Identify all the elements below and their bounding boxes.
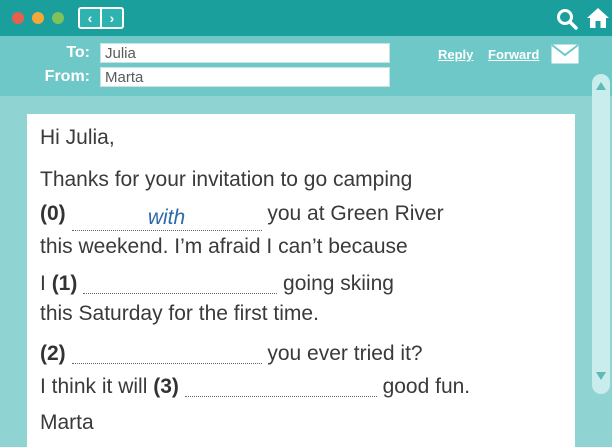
letter-text: I: [40, 272, 46, 295]
letter-line: I think it will (3) good fun.: [40, 371, 470, 399]
from-field[interactable]: Marta: [100, 67, 390, 87]
letter-line: this Saturday for the first time.: [40, 302, 319, 325]
greeting: Hi Julia,: [40, 126, 115, 149]
signature: Marta: [40, 411, 94, 434]
gap-answer[interactable]: [83, 272, 278, 294]
letter-line: (2) you ever tried it?: [40, 338, 423, 366]
scroll-down-icon[interactable]: [596, 372, 606, 380]
gap-answer[interactable]: with: [71, 207, 262, 231]
scrollbar[interactable]: [592, 74, 610, 394]
letter-text: you at Green River: [267, 202, 444, 225]
gap-number: (0): [40, 202, 66, 225]
to-label: To:: [66, 44, 90, 61]
nav-buttons: ‹ ›: [78, 7, 124, 29]
letter-text: good fun.: [382, 375, 471, 398]
gap-number: (2): [40, 342, 66, 365]
message-header: To: Julia From: Marta Reply Forward: [0, 36, 612, 96]
forward-nav-button[interactable]: ›: [100, 9, 122, 27]
close-window-button[interactable]: [12, 12, 24, 24]
gap-answer[interactable]: [184, 375, 377, 397]
letter-line: this weekend. I’m afraid I can’t because: [40, 235, 408, 258]
gap-number: (3): [153, 375, 179, 398]
envelope-icon[interactable]: [551, 44, 579, 64]
maximize-window-button[interactable]: [52, 12, 64, 24]
letter-text: I think it will: [40, 375, 148, 398]
gap-answer[interactable]: [71, 342, 262, 364]
minimize-window-button[interactable]: [32, 12, 44, 24]
letter-text: going skiing: [283, 272, 394, 295]
search-icon[interactable]: [556, 8, 578, 30]
back-button[interactable]: ‹: [80, 9, 100, 27]
letter-line: Thanks for your invitation to go camping: [40, 168, 413, 191]
home-icon[interactable]: [586, 6, 610, 30]
gap-number: (1): [51, 272, 78, 295]
to-field[interactable]: Julia: [100, 43, 390, 63]
letter-text: you ever tried it?: [267, 342, 423, 365]
letter-line: I (1) going skiing: [40, 268, 394, 296]
reply-link[interactable]: Reply: [438, 47, 473, 62]
letter-body: Hi Julia, Thanks for your invitation to …: [27, 114, 575, 447]
from-label: From:: [44, 68, 90, 85]
letter-line: (0) with you at Green River: [40, 202, 444, 231]
title-bar: ‹ ›: [0, 0, 612, 36]
scroll-up-icon[interactable]: [596, 82, 606, 90]
forward-link[interactable]: Forward: [488, 47, 539, 62]
